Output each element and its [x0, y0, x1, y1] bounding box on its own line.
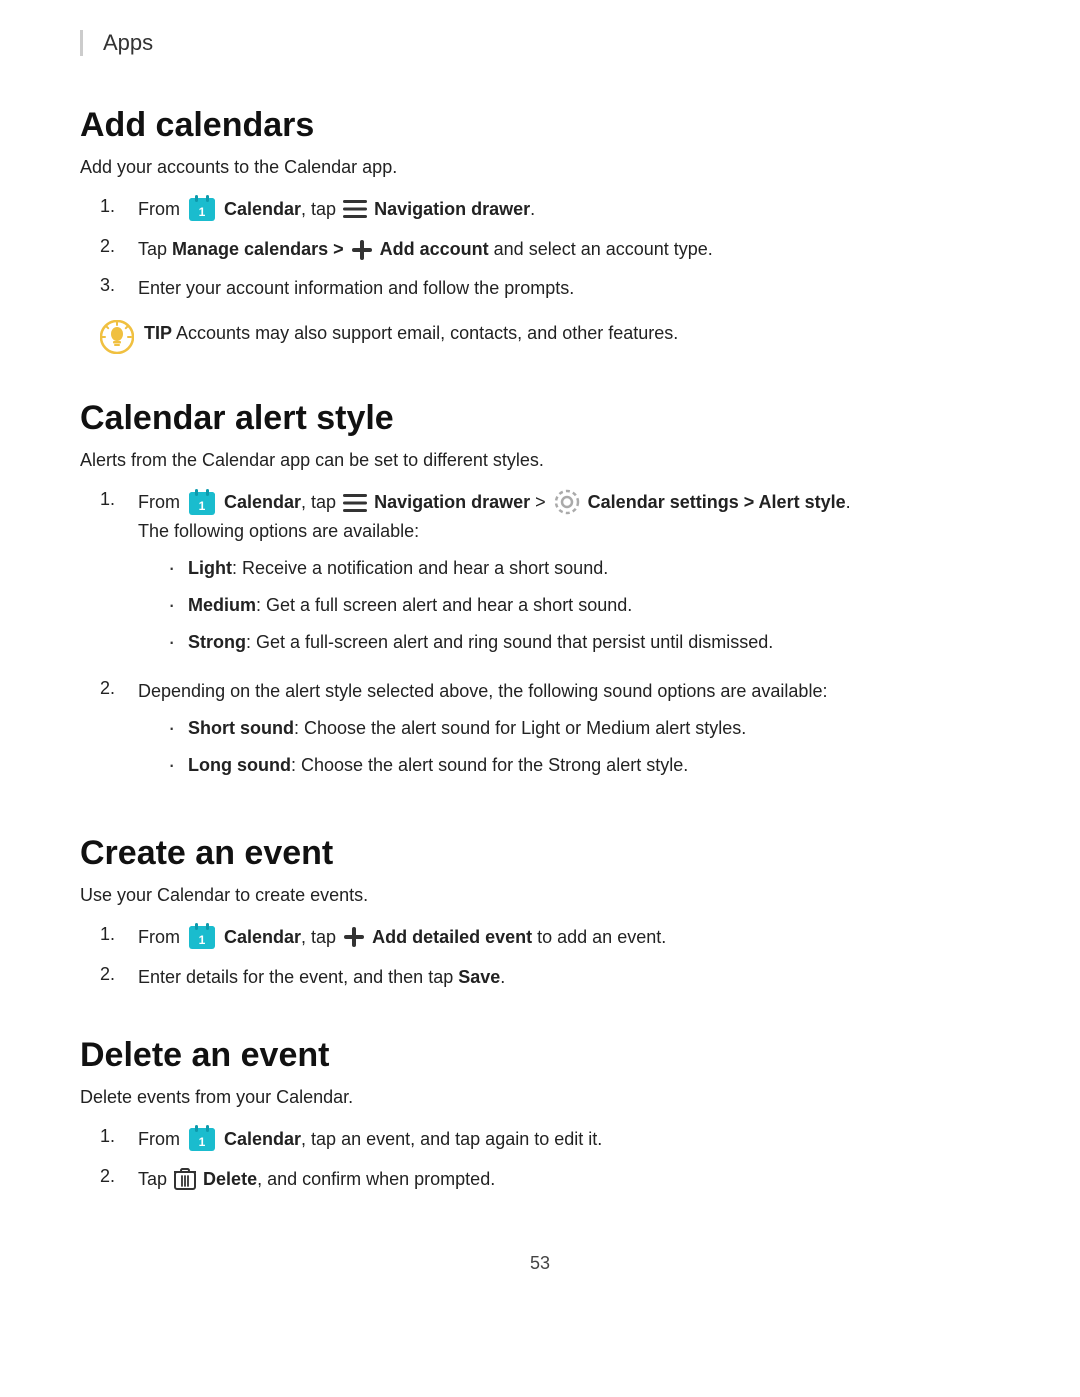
section-title-create-event: Create an event [80, 834, 1000, 873]
page-header-title: Apps [103, 30, 153, 55]
list-item: 1. From 1 Calendar, tap Navigatio [100, 489, 1000, 665]
add-event-icon [343, 926, 365, 948]
nav-drawer-label: Navigation drawer [374, 492, 530, 512]
bullet-dot: · [168, 752, 188, 778]
bullet-item: · Long sound: Choose the alert sound for… [168, 752, 1000, 779]
bullet-dot: · [168, 715, 188, 741]
list-item: 2. Enter details for the event, and then… [100, 964, 1000, 991]
calendar-icon: 1 [188, 1124, 216, 1152]
calendar-alert-list: 1. From 1 Calendar, tap Navigatio [80, 489, 1000, 788]
list-number: 1. [100, 196, 138, 217]
section-add-calendars: Add calendars Add your accounts to the C… [80, 106, 1000, 354]
page-footer: 53 [80, 1253, 1000, 1274]
manage-calendars-label: Manage calendars > [172, 239, 349, 259]
section-create-event: Create an event Use your Calendar to cre… [80, 834, 1000, 991]
alert-style-bullets: · Light: Receive a notification and hear… [138, 555, 1000, 656]
calendar-icon: 1 [188, 922, 216, 950]
calendar-icon: 1 [188, 488, 216, 516]
list-content: From 1 Calendar, tap an event, and tap a… [138, 1126, 1000, 1154]
navigation-drawer-icon [343, 494, 367, 512]
list-number: 2. [100, 236, 138, 257]
bullet-item: · Strong: Get a full-screen alert and ri… [168, 629, 1000, 656]
save-label: Save [458, 967, 500, 987]
delete-label: Delete [203, 1169, 257, 1189]
calendar-label: Calendar [224, 927, 301, 947]
list-number: 3. [100, 275, 138, 296]
bullet-text: Long sound: Choose the alert sound for t… [188, 752, 688, 779]
bullet-text: Medium: Get a full screen alert and hear… [188, 592, 632, 619]
bullet-item: · Light: Receive a notification and hear… [168, 555, 1000, 582]
list-item: 1. From 1 Calendar, tap Add detailed eve… [100, 924, 1000, 952]
section-intro-create-event: Use your Calendar to create events. [80, 885, 1000, 906]
trash-icon [174, 1167, 196, 1191]
calendar-label: Calendar [224, 492, 301, 512]
list-number: 2. [100, 964, 138, 985]
bullet-item: · Medium: Get a full screen alert and he… [168, 592, 1000, 619]
svg-text:1: 1 [199, 933, 206, 947]
list-content: Enter details for the event, and then ta… [138, 964, 1000, 991]
list-number: 1. [100, 924, 138, 945]
calendar-label: Calendar [224, 199, 301, 219]
bullet-text: Short sound: Choose the alert sound for … [188, 715, 746, 742]
svg-text:1: 1 [199, 1135, 206, 1149]
section-title-calendar-alert-style: Calendar alert style [80, 399, 1000, 438]
bullet-dot: · [168, 629, 188, 655]
section-intro-delete-event: Delete events from your Calendar. [80, 1087, 1000, 1108]
calendar-label: Calendar [224, 1129, 301, 1149]
section-intro-calendar-alert-style: Alerts from the Calendar app can be set … [80, 450, 1000, 471]
add-account-label: Add account [380, 239, 489, 259]
add-calendars-list: 1. From 1 Calendar, tap Navigatio [80, 196, 1000, 302]
gear-icon [554, 489, 580, 515]
list-number: 2. [100, 678, 138, 699]
section-title-add-calendars: Add calendars [80, 106, 1000, 145]
svg-text:1: 1 [199, 499, 206, 513]
list-content: Depending on the alert style selected ab… [138, 678, 1000, 789]
list-item: 2. Tap Delete, and confirm when prompted… [100, 1166, 1000, 1193]
create-event-list: 1. From 1 Calendar, tap Add detailed eve… [80, 924, 1000, 991]
page-number: 53 [530, 1253, 550, 1273]
list-content: From 1 Calendar, tap Add detailed event … [138, 924, 1000, 952]
list-number: 1. [100, 489, 138, 510]
list-item: 2. Depending on the alert style selected… [100, 678, 1000, 789]
calendar-settings-label: Calendar settings > Alert style [588, 492, 846, 512]
list-item: 2. Tap Manage calendars > Add account an… [100, 236, 1000, 263]
list-content: From 1 Calendar, tap Navigation drawer > [138, 489, 1000, 665]
bullet-dot: · [168, 592, 188, 618]
section-title-delete-event: Delete an event [80, 1036, 1000, 1075]
tip-text: TIP Accounts may also support email, con… [144, 320, 678, 347]
svg-text:1: 1 [199, 205, 206, 219]
plus-icon [351, 239, 373, 261]
add-detailed-event-label: Add detailed event [372, 927, 532, 947]
list-item: 1. From 1 Calendar, tap an event, and ta… [100, 1126, 1000, 1154]
nav-drawer-label: Navigation drawer [374, 199, 530, 219]
tip-label: TIP [144, 323, 172, 343]
calendar-icon: 1 [188, 194, 216, 222]
delete-event-list: 1. From 1 Calendar, tap an event, and ta… [80, 1126, 1000, 1193]
bullet-item: · Short sound: Choose the alert sound fo… [168, 715, 1000, 742]
bullet-dot: · [168, 555, 188, 581]
list-content: Enter your account information and follo… [138, 275, 1000, 302]
page-header: Apps [80, 30, 1000, 56]
sound-bullets: · Short sound: Choose the alert sound fo… [138, 715, 1000, 779]
list-content: Tap Manage calendars > Add account and s… [138, 236, 1000, 263]
section-calendar-alert-style: Calendar alert style Alerts from the Cal… [80, 399, 1000, 788]
navigation-drawer-icon [343, 200, 367, 218]
tip-box: TIP Accounts may also support email, con… [100, 320, 1000, 354]
list-item: 1. From 1 Calendar, tap Navigatio [100, 196, 1000, 224]
bullet-text: Strong: Get a full-screen alert and ring… [188, 629, 773, 656]
list-content: From 1 Calendar, tap Navigation drawer. [138, 196, 1000, 224]
list-number: 2. [100, 1166, 138, 1187]
list-number: 1. [100, 1126, 138, 1147]
section-intro-add-calendars: Add your accounts to the Calendar app. [80, 157, 1000, 178]
list-content: Tap Delete, and confirm when prompted. [138, 1166, 1000, 1193]
section-delete-event: Delete an event Delete events from your … [80, 1036, 1000, 1193]
tip-lightbulb-icon [100, 320, 134, 354]
list-item: 3. Enter your account information and fo… [100, 275, 1000, 302]
bullet-text: Light: Receive a notification and hear a… [188, 555, 608, 582]
